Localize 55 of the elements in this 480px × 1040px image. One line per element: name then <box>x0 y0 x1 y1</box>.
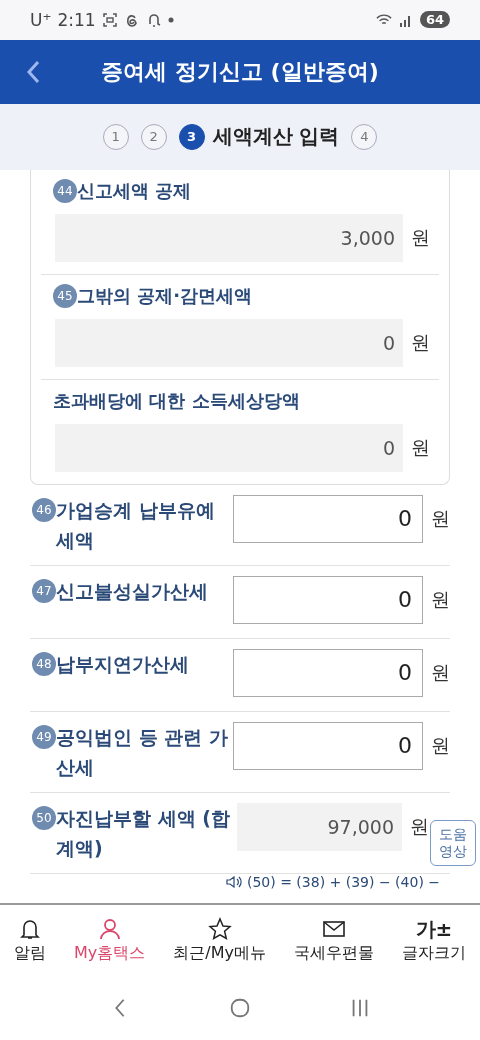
home-icon[interactable] <box>229 996 251 1019</box>
number-badge: 44 <box>53 178 77 203</box>
number-badge: 48 <box>32 651 56 676</box>
amount-input[interactable]: 0 <box>233 721 423 770</box>
number-badge: 45 <box>53 283 77 308</box>
amount-field: 3,000 <box>55 213 403 262</box>
amount-field: 0 <box>55 423 403 472</box>
step-number: 2 <box>140 123 167 150</box>
help-video-button[interactable]: 도움 영상 <box>430 819 476 866</box>
field-label: 가업승계 납부유예 세액 <box>56 497 216 553</box>
number-badge: 50 <box>32 805 56 830</box>
current-step: 3 <box>178 123 205 150</box>
back-icon[interactable] <box>26 59 40 84</box>
clock-text: 2:11 <box>57 9 96 30</box>
number-badge: 46 <box>32 497 56 522</box>
nav-tab[interactable]: 국세우편물 <box>291 916 376 964</box>
font-size-icon: 가± <box>415 916 453 941</box>
field-label: 그밖의 공제·감면세액 <box>77 283 253 308</box>
field-label: 공익법인 등 관련 가산세 <box>56 724 229 780</box>
amount-field: 0 <box>55 318 403 367</box>
number-badge: 47 <box>32 578 56 603</box>
field-label: 신고불성실가산세 <box>56 578 209 604</box>
step-title: 세액계산 입력 <box>212 123 340 151</box>
nav-tab[interactable]: 알림 <box>12 916 48 964</box>
step-number: 4 <box>351 123 378 150</box>
page-title: 증여세 정기신고 (일반증여) <box>101 57 379 86</box>
unit-label: 원 <box>411 224 430 250</box>
nav-tab[interactable]: 최근/My메뉴 <box>171 916 268 964</box>
amount-input[interactable]: 0 <box>233 648 423 697</box>
unit-label: 원 <box>411 329 430 355</box>
speaker-icon[interactable] <box>226 875 242 888</box>
amount-input[interactable]: 0 <box>233 575 423 624</box>
step-number: 1 <box>102 123 129 150</box>
field-label: 자진납부할 세액 (합계액) <box>56 805 231 861</box>
formula-text: (50) = (38) + (39) − (40) − <box>247 873 441 890</box>
field-label: 신고세액 공제 <box>77 178 192 203</box>
number-badge: 49 <box>32 724 56 749</box>
star-icon <box>207 916 232 941</box>
unit-label: 원 <box>431 732 450 758</box>
battery-indicator: 64 <box>419 11 450 29</box>
amount-field: 97,000 <box>237 802 402 851</box>
field-label: 초과배당에 대한 소득세상당액 <box>53 388 300 413</box>
amount-input[interactable]: 0 <box>233 494 423 543</box>
carrier-label: U⁺ <box>30 9 52 30</box>
unit-label: 원 <box>411 434 430 460</box>
nav-tab[interactable]: 가± 글자크기 <box>399 916 468 964</box>
unit-label: 원 <box>431 586 450 612</box>
nav-tab[interactable]: My홈택스 <box>72 916 148 964</box>
screenshot-icon <box>101 11 118 28</box>
dot-icon <box>167 16 174 23</box>
unit-label: 원 <box>431 505 450 531</box>
field-label: 납부지연가산세 <box>56 651 190 677</box>
unit-label: 원 <box>410 813 429 839</box>
unit-label: 원 <box>431 659 450 685</box>
person-icon <box>97 916 122 941</box>
